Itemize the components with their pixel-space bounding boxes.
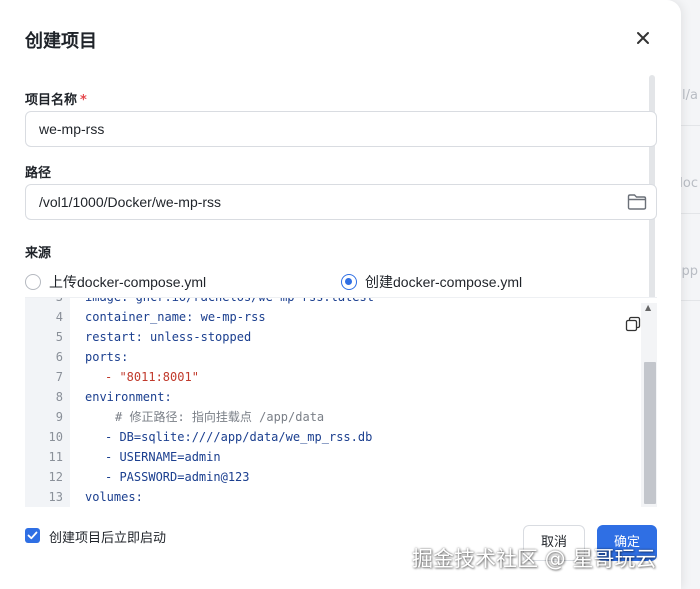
dialog-title: 创建项目 [25,31,97,52]
code-text: image: ghcr.io/rachelos/we-mp-rss:latest [85,297,374,304]
line-number: 8 [55,390,63,404]
path-input[interactable]: /vol1/1000/Docker/we-mp-rss [25,184,657,220]
radio-checked[interactable] [341,274,357,290]
radio-label: 创建docker-compose.yml [365,274,523,290]
line-number: 4 [55,310,63,324]
line-number: 13 [48,490,63,504]
compose-editor[interactable]: 3 image: ghcr.io/rachelos/we-mp-rss:lates… [25,297,657,507]
code-line: 6 ports: [25,347,645,367]
code-text: - USERNAME=admin [105,450,221,464]
code-text: ports: [85,350,129,364]
code-text: volumes: [85,490,143,504]
background-text: ll/a [678,88,698,103]
close-icon [637,32,649,44]
source-label: 来源 [25,246,52,261]
code-line: 4 container_name: we-mp-rss [25,307,645,327]
close-button[interactable] [631,26,655,50]
create-project-dialog: 创建项目 项目名称 * we-mp-rss 路径 /vol1/1000/Docke… [0,0,681,589]
line-number: 3 [55,297,63,304]
copy-icon[interactable] [625,316,641,332]
code-line: 3 image: ghcr.io/rachelos/we-mp-rss:lates… [25,297,645,307]
source-option-create[interactable]: 创建docker-compose.yml [341,272,522,292]
line-number: 12 [48,470,63,484]
line-number: 11 [48,450,63,464]
project-name-label: 项目名称 * [25,93,87,108]
editor-scrollbar-thumb[interactable] [644,362,656,504]
code-line: 5 restart: unless-stopped [25,327,645,347]
code-text: - "8011:8001" [105,370,199,384]
code-text: restart: unless-stopped [85,330,252,344]
code-text: - DB=sqlite:////app/data/we_mp_rss.db [105,430,373,444]
autostart-checkbox[interactable] [25,528,40,543]
path-label: 路径 [25,166,52,181]
source-option-upload[interactable]: 上传docker-compose.yml [25,272,206,292]
line-number: 7 [55,370,63,384]
code-line: 12 - PASSWORD=admin@123 [25,467,645,487]
line-number: 6 [55,350,63,364]
code-text: - PASSWORD=admin@123 [105,470,250,484]
required-marker: * [80,93,87,108]
code-line: 8 environment: [25,387,645,407]
radio-label: 上传docker-compose.yml [49,274,207,290]
code-text: container_name: we-mp-rss [85,310,266,324]
line-number: 5 [55,330,63,344]
code-text: environment: [85,390,172,404]
line-number: 10 [48,430,63,444]
code-line: 11 - USERNAME=admin [25,447,645,467]
autostart-label[interactable]: 创建项目后立即启动 [49,527,166,546]
code-line: 13 volumes: [25,487,645,507]
line-number: 9 [55,410,63,424]
code-line: 10 - DB=sqlite:////app/data/we_mp_rss.db [25,427,645,447]
code-text: # 修正路径: 指向挂载点 /app/data [115,410,325,424]
code-line: 9 # 修正路径: 指向挂载点 /app/data [25,407,645,427]
radio-unchecked[interactable] [25,274,41,290]
project-name-input[interactable]: we-mp-rss [25,111,657,147]
watermark: 掘金技术社区 @ 星哥玩云 [412,547,657,571]
code-line: 7 - "8011:8001" [25,367,645,387]
scroll-up-arrow-icon[interactable]: ▲ [645,303,651,312]
folder-icon[interactable] [627,193,647,211]
checkmark-icon [27,531,38,540]
